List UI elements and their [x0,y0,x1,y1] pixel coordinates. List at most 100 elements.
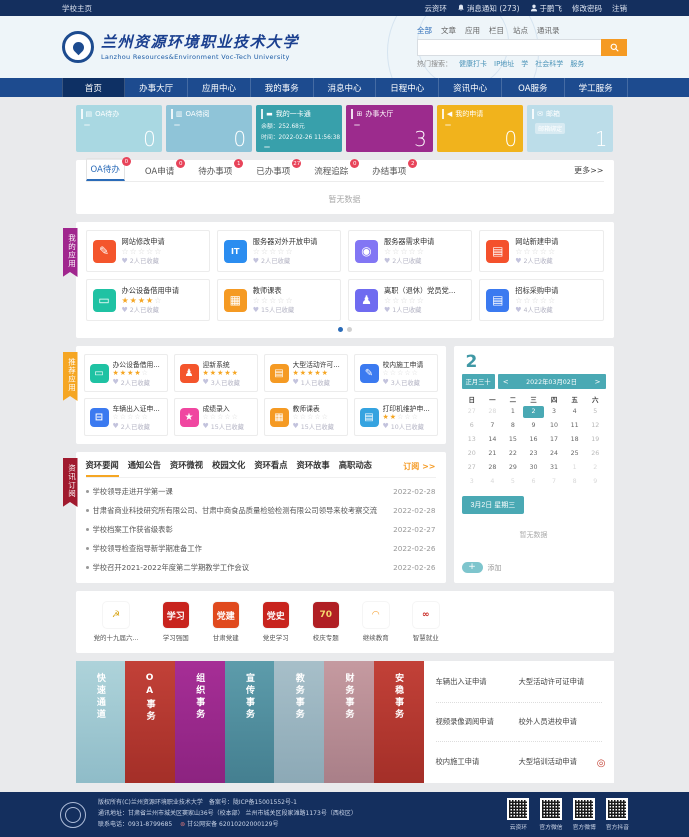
nav-item[interactable]: OA服务 [502,78,565,97]
user-menu[interactable]: 于鹏飞 [530,3,563,14]
nav-item[interactable]: 学工服务 [565,78,628,97]
task-tab[interactable]: 流程追踪0 [310,161,352,181]
nav-item[interactable]: 日程中心 [376,78,439,97]
calendar-day[interactable]: 1 [503,406,524,418]
stat-sub-badge[interactable] [445,124,451,126]
calendar-day[interactable]: 2 [585,462,606,474]
calendar-day[interactable]: 3 [544,406,565,418]
calendar-day[interactable]: 9 [585,476,606,488]
app-card[interactable]: ▤ 招标采购申请 ☆☆☆☆☆ ♥4人已收藏 [479,279,603,321]
quick-link[interactable]: ∞ 智慧就业 [413,602,439,642]
search-button[interactable] [601,39,627,56]
quick-apply-link[interactable]: 车辆出入证申请 [436,663,519,703]
portal-name-link[interactable]: 云资环 [424,3,447,14]
nav-item[interactable]: 首页 [62,78,126,97]
calendar-day[interactable]: 24 [544,448,565,460]
calendar-day[interactable]: 26 [585,448,606,460]
calendar-day[interactable]: 6 [462,420,483,432]
quick-apply-link[interactable]: 大型活动许可证申请 [519,663,602,703]
news-tab[interactable]: 资环微视 [170,459,203,477]
news-tab[interactable]: 资环故事 [297,459,330,477]
qr-code-item[interactable]: 官方抖音 [606,798,629,831]
hot-search-word[interactable]: IP地址 [494,59,514,69]
app-card[interactable]: ▦ 教师课表 ☆☆☆☆☆ ♥15人已收藏 [217,279,341,321]
affairs-column[interactable]: 快速通道 [76,661,126,783]
calendar-day[interactable]: 15 [503,434,524,446]
calendar-day[interactable]: 13 [462,434,483,446]
app-card[interactable]: ♟ 迎新系统 ★★★★★ ♥3人已收藏 [174,354,258,392]
calendar-next-icon[interactable]: > [595,378,601,386]
hot-search-word[interactable]: 学 [521,59,528,69]
calendar-day[interactable]: 21 [482,448,503,460]
task-tab[interactable]: OA申请0 [141,161,178,181]
news-item[interactable]: 学校领导走进开学第一课 2022-02-28 [86,482,436,501]
calendar-day[interactable]: 17 [544,434,565,446]
affairs-column[interactable]: 组织事务 [175,661,225,783]
calendar-day[interactable]: 27 [462,462,483,474]
news-tab[interactable]: 资环要闻 [86,459,119,477]
calendar-day[interactable]: 4 [564,406,585,418]
calendar-day[interactable]: 14 [482,434,503,446]
app-card[interactable]: ✎ 校内施工申请 ☆☆☆☆☆ ♥3人已收藏 [354,354,438,392]
app-card[interactable]: ⊟ 车辆出入证申... ☆☆☆☆☆ ♥2人已收藏 [84,398,168,436]
calendar-day[interactable]: 29 [503,462,524,474]
calendar-day[interactable]: 7 [544,476,565,488]
stat-sub-badge[interactable] [174,124,180,126]
calendar-day[interactable]: 25 [564,448,585,460]
university-logo[interactable]: 兰州资源环境职业技术大学 Lanzhou Resources&Environme… [62,31,299,63]
stat-card[interactable]: ⊞办事大厅 3 [346,105,432,152]
calendar-day[interactable]: 16 [523,434,544,446]
nav-item[interactable]: 我的事务 [251,78,314,97]
calendar-day[interactable]: 20 [462,448,483,460]
calendar-prev-icon[interactable]: < [503,378,509,386]
hot-search-word[interactable]: 健康打卡 [459,59,487,69]
lunar-date-badge[interactable]: 正月三十 [462,374,495,389]
quick-link[interactable]: 70 校庆专题 [313,602,339,642]
calendar-day[interactable]: 8 [503,420,524,432]
news-item[interactable]: 学校档案工作获省级表彰 2022-02-27 [86,520,436,539]
stat-sub-badge[interactable] [354,124,360,126]
news-item[interactable]: 甘肃省商业科技研究所有限公司、甘肃中商食品质量检验检测有限公司领导来校考察交流 … [86,501,436,520]
pager-dot[interactable] [347,327,352,332]
pager-dot[interactable] [338,327,343,332]
quick-apply-link[interactable]: 大型培训活动申请 [519,742,602,781]
change-password-link[interactable]: 修改密码 [572,3,602,14]
affairs-column[interactable]: 宣传事务 [225,661,275,783]
stat-card[interactable]: ▬我的一卡通 余额：252.68元时间：2022-02-26 11:56:38 [256,105,342,152]
calendar-day[interactable]: 11 [564,420,585,432]
calendar-day[interactable]: 8 [564,476,585,488]
qr-code-item[interactable]: 官方微博 [573,798,596,831]
stat-card[interactable]: ▤OA待办 0 [76,105,162,152]
calendar-day[interactable]: 31 [544,462,565,474]
affairs-column[interactable]: 教务事务 [274,661,324,783]
calendar-day[interactable]: 9 [523,420,544,432]
nav-item[interactable]: 应用中心 [188,78,251,97]
search-scope-tab[interactable]: 栏目 [489,25,504,36]
calendar-day[interactable]: 7 [482,420,503,432]
search-scope-tab[interactable]: 文章 [441,25,456,36]
calendar-day[interactable]: 19 [585,434,606,446]
stat-card[interactable]: ◀我的申请 0 [437,105,523,152]
calendar-day[interactable]: 5 [585,406,606,418]
calendar-day[interactable]: 18 [564,434,585,446]
app-card[interactable]: IT 服务器对外开放申请 ☆☆☆☆☆ ♥2人已收藏 [217,230,341,272]
search-scope-tab[interactable]: 应用 [465,25,480,36]
quick-apply-link[interactable]: 视频录像调阅申请 [436,703,519,743]
more-link[interactable]: 更多>> [574,165,603,176]
affairs-column[interactable]: 安稳事务 [374,661,424,783]
search-scope-tab[interactable]: 站点 [513,25,528,36]
stat-card[interactable]: ▥OA待阅 0 [166,105,252,152]
calendar-day[interactable]: 3 [462,476,483,488]
subscribe-link[interactable]: 订阅 >> [403,461,435,476]
news-tab[interactable]: 高职动态 [339,459,372,477]
search-scope-tab[interactable]: 全部 [417,25,432,36]
calendar-day[interactable]: 4 [482,476,503,488]
calendar-day[interactable]: 1 [564,462,585,474]
affairs-column[interactable]: 财务事务 [324,661,374,783]
calendar-day[interactable]: 2 [523,406,544,418]
qr-code-item[interactable]: 云资环 [507,798,529,831]
school-home-link[interactable]: 学校主页 [62,3,92,14]
calendar-day[interactable]: 10 [544,420,565,432]
task-tab[interactable]: OA待办0 [86,158,125,181]
hot-search-word[interactable]: 服务 [570,59,584,69]
